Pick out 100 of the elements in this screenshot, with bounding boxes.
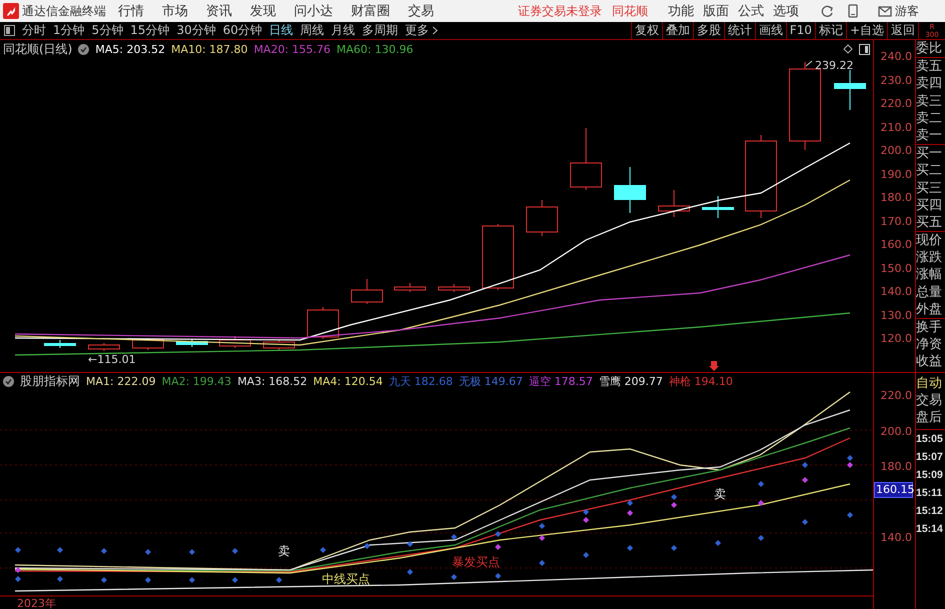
toolbar-button[interactable]: 多股 <box>692 22 724 39</box>
event-marker-icon <box>709 361 719 371</box>
quote-label: 外盘 <box>916 300 943 318</box>
broker-link[interactable]: 同花顺 <box>612 2 648 20</box>
quote-label: 委比 <box>916 40 943 58</box>
quote-label: 卖四 <box>916 75 943 93</box>
price-axis-label: 230.0 <box>880 72 913 88</box>
menu-item[interactable]: 行情 <box>118 2 144 20</box>
candlestick <box>219 336 251 348</box>
refresh-icon[interactable] <box>821 4 834 18</box>
menu-item[interactable]: 财富圈 <box>351 2 390 20</box>
price-axis-label: 150.0 <box>880 260 913 276</box>
menu-item[interactable]: 选项 <box>773 2 799 20</box>
mode-tab[interactable]: 交易 <box>916 392 945 410</box>
low-price-label: ←115.01 <box>88 353 136 366</box>
period-tab[interactable]: 更多 <box>405 22 440 39</box>
check-circle-icon[interactable] <box>78 44 90 54</box>
mail-icon[interactable] <box>878 6 892 16</box>
price-axis-label: 200.0 <box>880 143 913 159</box>
signal-diamond <box>57 576 63 582</box>
period-tab[interactable]: 5分钟 <box>92 22 124 39</box>
signal-diamond <box>627 545 633 551</box>
phone-icon[interactable] <box>848 4 858 18</box>
sidebar-toggle-icon[interactable] <box>4 25 15 36</box>
chevron-right-icon <box>432 26 440 35</box>
indicator-value: 神枪 194.10 <box>668 374 733 389</box>
leader-line <box>806 60 812 66</box>
signal-label: 卖 <box>714 487 726 501</box>
menu-item[interactable]: 发现 <box>250 2 276 20</box>
menu-item[interactable]: 资讯 <box>206 2 232 20</box>
ma-value: MA20: 155.76 <box>254 42 331 56</box>
period-tab[interactable]: 60分钟 <box>222 22 262 39</box>
quote-label: 卖五 <box>916 58 943 76</box>
signal-diamond <box>232 577 238 583</box>
toolbar-button[interactable]: 标记 <box>814 22 846 39</box>
quote-label: 卖一 <box>916 126 943 144</box>
price-axis-label: 180.0 <box>880 190 913 206</box>
toolbar-button[interactable]: 叠加 <box>662 22 693 39</box>
quote-label: 收益 <box>916 353 943 371</box>
signal-diamond <box>189 549 195 555</box>
period-tab[interactable]: 分时 <box>22 22 46 39</box>
trade-time: 15:12 <box>916 504 944 519</box>
price-axis-label: 190.0 <box>880 166 913 182</box>
price-axis-label: 170.0 <box>880 214 913 230</box>
period-tab[interactable]: 月线 <box>331 22 356 39</box>
indicator-value: MA1: 222.09 <box>86 375 156 388</box>
check-circle-icon[interactable] <box>3 376 14 387</box>
period-tab[interactable]: 多周期 <box>362 22 398 39</box>
candlestick <box>614 166 646 214</box>
menu-item[interactable]: 市场 <box>162 2 188 20</box>
toolbar-button[interactable]: 返回 <box>887 22 918 39</box>
diamond-icon[interactable] <box>843 44 853 54</box>
mode-tab[interactable]: 盘后 <box>916 409 945 427</box>
candlestick <box>307 306 339 340</box>
candlestick <box>834 70 866 110</box>
toolbar-button[interactable]: +自选 <box>846 22 887 39</box>
quote-label: 买四 <box>916 196 943 214</box>
signal-label: 暴发买点 <box>452 555 500 569</box>
indicator-title: 股朋指标网 <box>20 373 80 390</box>
menu-item[interactable]: 交易 <box>408 2 434 20</box>
period-tab[interactable]: 30分钟 <box>176 22 216 39</box>
toolbar-button[interactable]: 统计 <box>724 22 755 39</box>
candlestick <box>263 340 295 350</box>
mode-tab[interactable]: 自动 <box>916 375 945 392</box>
signal-diamond <box>802 477 808 483</box>
menu-item[interactable]: 公式 <box>738 2 764 20</box>
candlestick <box>482 224 514 290</box>
signal-diamond <box>407 569 413 575</box>
period-tab[interactable]: 日线 <box>269 22 294 39</box>
quote-label: 涨幅 <box>916 266 943 284</box>
signal-diamond <box>145 577 151 583</box>
signal-diamond <box>671 545 677 551</box>
signal-diamond <box>101 548 107 554</box>
high-price-label: 239.22 <box>815 59 854 72</box>
price-axis-label: 140.0 <box>880 284 913 300</box>
menu-item[interactable]: 版面 <box>703 2 729 20</box>
signal-diamond <box>57 547 63 553</box>
signal-diamond <box>802 462 808 468</box>
signal-diamond <box>495 531 501 537</box>
menu-item[interactable]: 功能 <box>668 2 694 20</box>
period-tab[interactable]: 15分钟 <box>130 22 170 39</box>
toolbar-button[interactable]: 复权 <box>630 22 662 39</box>
login-status: 证券交易未登录 <box>518 2 602 20</box>
chart-title: 同花顺(日线) <box>3 40 72 58</box>
signal-diamond <box>758 500 764 506</box>
app-title: 通达信金融终端 <box>22 2 107 20</box>
period-tab[interactable]: 周线 <box>300 22 324 39</box>
toolbar-button[interactable]: 画线 <box>754 22 786 39</box>
signal-diamond <box>847 512 853 518</box>
window-icon[interactable] <box>859 44 870 54</box>
quote-label: 净资 <box>916 336 943 354</box>
indicator-axis-label: 200.0 <box>880 424 913 440</box>
period-tab[interactable]: 1分钟 <box>53 22 85 39</box>
indicator-value: MA4: 120.54 <box>313 375 383 388</box>
signal-diamond <box>495 544 501 550</box>
toolbar-button[interactable]: F10 <box>786 22 815 39</box>
menu-item[interactable]: 问小达 <box>294 2 333 20</box>
user-label[interactable]: 游客 <box>895 2 919 20</box>
indicator-axis-label: 140.0 <box>880 530 913 546</box>
trade-time: 15:07 <box>916 450 944 465</box>
